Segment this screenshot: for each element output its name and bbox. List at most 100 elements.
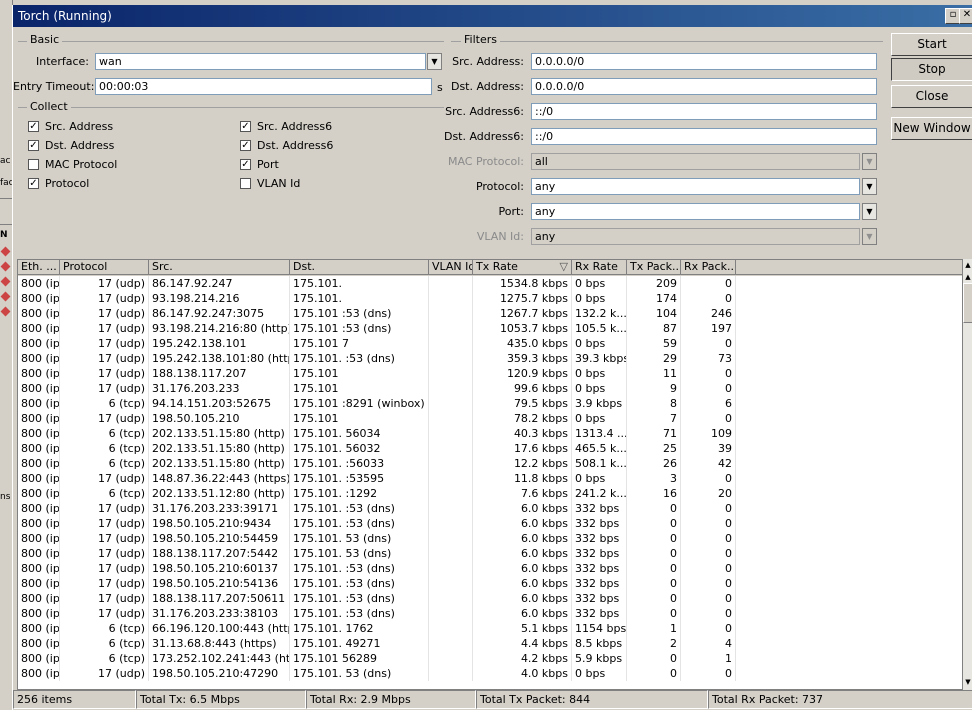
cell-tx-rate: 7.6 kbps — [473, 486, 572, 501]
start-button[interactable]: Start — [891, 33, 972, 56]
basic-group — [18, 41, 444, 112]
cell-protocol: 17 (udp) — [60, 561, 149, 576]
table-row[interactable]: 800 (ip)6 (tcp)173.252.102.241:443 (http… — [18, 651, 738, 666]
scroll-up-icon[interactable]: ▲ — [963, 271, 972, 283]
table-row[interactable]: 800 (ip) 17 (udp) 198.50.105.210:47290 175.… — [18, 666, 738, 681]
column-header-src[interactable]: Src. — [149, 260, 290, 275]
table-row[interactable]: 800 (ip) 17 (udp) 148.87.36.22:443 (https)… — [18, 471, 738, 486]
column-header-dst[interactable]: Dst. — [290, 260, 429, 275]
table-row[interactable]: 800 (ip) 6 (tcp) 202.133.51.15:80 (http) 17… — [18, 426, 738, 441]
table-row[interactable]: 800 (ip) 6 (tcp) 202.133.51.15:80 (http) 17… — [18, 441, 738, 456]
cell-protocol: 6 (tcp) — [60, 426, 149, 441]
table-row[interactable]: 800 (ip) 17 (udp) 93.198.214.216:80 (http)… — [18, 321, 738, 336]
src-address-filter-input[interactable]: 0.0.0.0/0 — [531, 53, 877, 70]
cell-vlan-id — [429, 426, 473, 441]
table-row[interactable]: 800 (ip) 17 (udp) 31.176.203.233 175.101 99.… — [18, 381, 738, 396]
column-header-eth[interactable]: Eth. ... — [18, 260, 60, 275]
cell-tx-rate: 79.5 kbps — [473, 396, 572, 411]
src-address6-checkbox[interactable]: ✓ — [240, 121, 251, 132]
cell-protocol: 17 (udp) — [60, 366, 149, 381]
cell-eth: 800 (ip) — [18, 501, 60, 516]
interface-select[interactable]: wan — [95, 53, 426, 70]
cell-rx-rate: 332 bps — [572, 591, 627, 606]
cell-rx-rate: 3.9 kbps — [572, 396, 627, 411]
table-row[interactable]: 800 (ip) 6 (tcp) 66.196.120.100:443 (https… — [18, 621, 738, 636]
table-row[interactable]: 800 (ip) 17 (udp) 198.50.105.210 175.101 78.… — [18, 411, 738, 426]
table-row[interactable]: 800 (ip) 17 (udp) 188.138.117.207:50611 175… — [18, 591, 738, 606]
column-header-rx-rate[interactable]: Rx Rate — [572, 260, 627, 275]
column-header-tx-packets[interactable]: Tx Pack... — [627, 260, 681, 275]
scroll-down-icon[interactable]: ▼ — [963, 676, 972, 688]
src-address6-filter-input[interactable]: ::/0 — [531, 103, 877, 120]
port-filter-select[interactable]: any — [531, 203, 860, 220]
table-row[interactable]: 800 (ip) 17 (udp) 188.138.117.207:5442 175.… — [18, 546, 738, 561]
status-total-rx: Total Rx: 2.9 Mbps — [306, 690, 476, 709]
table-vertical-scrollbar[interactable]: ▲ ▲ ▼ — [963, 259, 972, 690]
table-row[interactable]: 800 (ip) 17 (udp) 86.147.92.247:3075 175.10… — [18, 306, 738, 321]
port-checkbox[interactable]: ✓ — [240, 159, 251, 170]
close-icon[interactable]: ✕ — [959, 8, 972, 24]
scrollbar-thumb[interactable] — [963, 283, 972, 323]
close-button[interactable]: Close — [891, 85, 972, 108]
cell-src: 188.138.117.207 — [149, 366, 290, 381]
cell-tx-rate: 1534.8 kbps — [473, 276, 572, 291]
cell-tx-rate: 4.2 kbps — [473, 651, 572, 666]
table-row[interactable]: 800 (ip) 17 (udp) 86.147.92.247 175.101. 153… — [18, 276, 738, 291]
dst-address6-filter-input[interactable]: ::/0 — [531, 128, 877, 145]
vlan-id-checkbox[interactable] — [240, 178, 251, 189]
protocol-checkbox[interactable]: ✓ — [28, 178, 39, 189]
src-address6-checkbox-label: Src. Address6 — [257, 120, 333, 133]
cell-vlan-id — [429, 321, 473, 336]
dropdown-arrow-icon[interactable]: ▼ — [862, 178, 877, 195]
title-bar[interactable]: Torch (Running) ▫ ✕ — [13, 5, 972, 27]
cell-rx-rate: 1313.4 ... — [572, 426, 627, 441]
protocol-filter-select[interactable]: any — [531, 178, 860, 195]
table-row[interactable]: 800 (ip) 17 (udp) 198.50.105.210:60137 175.… — [18, 561, 738, 576]
table-row[interactable]: 800 (ip) 17 (udp) 188.138.117.207 175.101 12… — [18, 366, 738, 381]
cell-dst: 175.101. 1762 — [290, 621, 429, 636]
cell-rx-packets: 0 — [681, 366, 736, 381]
dst-address6-checkbox[interactable]: ✓ — [240, 140, 251, 151]
src-address-checkbox[interactable]: ✓ — [28, 121, 39, 132]
column-header-tx-rate-label: Tx Rate — [476, 260, 518, 273]
dst-address-checkbox[interactable]: ✓ — [28, 140, 39, 151]
cell-rx-packets: 6 — [681, 396, 736, 411]
mac-protocol-checkbox-label: MAC Protocol — [45, 158, 118, 171]
table-row[interactable]: 800 (ip) 6 (tcp) 202.133.51.15:80 (http) 17… — [18, 456, 738, 471]
table-row[interactable]: 800 (ip) 17 (udp) 198.50.105.210:9434 175.1… — [18, 516, 738, 531]
dropdown-arrow-icon[interactable]: ▼ — [427, 53, 442, 70]
table-row[interactable]: 800 (ip) 6 (tcp) 31.13.68.8:443 (https) 175… — [18, 636, 738, 651]
table-row[interactable]: 800 (ip) 6 (tcp) 94.14.151.203:52675 175.10… — [18, 396, 738, 411]
cell-rx-rate: 332 bps — [572, 561, 627, 576]
cell-eth: 800 (ip) — [18, 351, 60, 366]
cell-rx-rate: 0 bps — [572, 291, 627, 306]
table-row[interactable]: 800 (ip) 17 (udp) 31.176.203.233:39171 175.… — [18, 501, 738, 516]
mac-protocol-checkbox[interactable] — [28, 159, 39, 170]
cell-tx-packets: 2 — [627, 636, 681, 651]
table-row[interactable]: 800 (ip) 17 (udp) 198.50.105.210:54459 175.… — [18, 531, 738, 546]
scroll-up-icon[interactable]: ▲ — [963, 259, 972, 271]
column-header-protocol[interactable]: Protocol — [60, 260, 149, 275]
table-row[interactable]: 800 (ip) 6 (tcp) 202.133.51.12:80 (http) 17… — [18, 486, 738, 501]
column-header-rx-packets[interactable]: Rx Pack... — [681, 260, 736, 275]
cell-tx-rate: 40.3 kbps — [473, 426, 572, 441]
entry-timeout-input[interactable]: 00:00:03 — [95, 78, 432, 95]
column-header-tx-rate[interactable]: Tx Rate ▽ — [473, 260, 572, 275]
table-row[interactable]: 800 (ip) 17 (udp) 195.242.138.101:80 (http… — [18, 351, 738, 366]
cell-rx-rate: 0 bps — [572, 366, 627, 381]
table-row[interactable]: 800 (ip) 17 (udp) 195.242.138.101 175.101 7… — [18, 336, 738, 351]
table-row[interactable]: 800 (ip) 17 (udp) 93.198.214.216 175.101. 12… — [18, 291, 738, 306]
new-window-button[interactable]: New Window — [891, 117, 972, 140]
dropdown-arrow-icon[interactable]: ▼ — [862, 203, 877, 220]
cell-tx-packets: 174 — [627, 291, 681, 306]
column-header-vlan-id[interactable]: VLAN Id — [429, 260, 473, 275]
cell-vlan-id — [429, 636, 473, 651]
table-row[interactable]: 800 (ip) 17 (udp) 31.176.203.233:38103 175.… — [18, 606, 738, 621]
cell-protocol: 17 (udp) — [60, 306, 149, 321]
cell-eth: 800 (ip) — [18, 396, 60, 411]
collect-group-label: Collect — [27, 100, 71, 113]
stop-button[interactable]: Stop — [891, 58, 972, 81]
table-row[interactable]: 800 (ip) 17 (udp) 198.50.105.210:54136 175.… — [18, 576, 738, 591]
dst-address-filter-input[interactable]: 0.0.0.0/0 — [531, 78, 877, 95]
cell-tx-rate: 6.0 kbps — [473, 591, 572, 606]
